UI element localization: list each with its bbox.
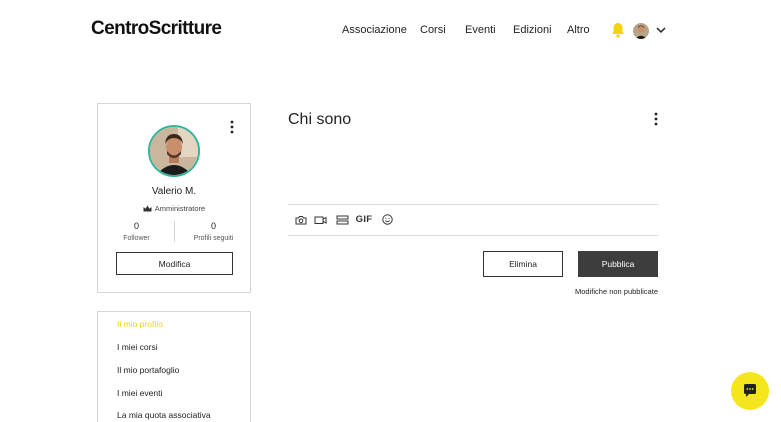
emoji-button[interactable] bbox=[381, 213, 394, 226]
chat-icon bbox=[744, 384, 756, 397]
camera-button[interactable] bbox=[294, 213, 307, 226]
edit-profile-button[interactable]: Modifica bbox=[116, 252, 233, 275]
profile-avatar[interactable] bbox=[148, 125, 200, 177]
followers-stat[interactable]: 0 Follower bbox=[98, 221, 175, 242]
user-avatar-small[interactable] bbox=[633, 23, 649, 39]
menu-item-membership[interactable]: La mia quota associativa bbox=[117, 410, 211, 420]
editor-bottom-divider bbox=[288, 235, 658, 236]
divider-icon bbox=[336, 215, 348, 224]
delete-button[interactable]: Elimina bbox=[483, 251, 563, 277]
video-button[interactable] bbox=[313, 213, 327, 226]
nav-item-altro[interactable]: Altro bbox=[567, 24, 590, 36]
about-title: Chi sono bbox=[288, 111, 352, 128]
emoji-icon bbox=[382, 214, 393, 225]
following-count: 0 bbox=[210, 221, 216, 231]
side-menu: Il mio profilo I miei corsi Il mio porta… bbox=[97, 311, 251, 422]
video-icon bbox=[314, 216, 326, 224]
menu-item-events[interactable]: I miei eventi bbox=[117, 388, 162, 398]
chevron-down-icon[interactable] bbox=[656, 26, 666, 34]
nav-item-edizioni[interactable]: Edizioni bbox=[513, 24, 552, 36]
following-label: Profili seguiti bbox=[193, 235, 234, 242]
nav-item-corsi[interactable]: Corsi bbox=[420, 24, 446, 36]
profile-name: Valerio M. bbox=[151, 186, 197, 197]
followers-count: 0 bbox=[133, 221, 139, 231]
editor-top-divider bbox=[288, 204, 658, 205]
menu-item-profile[interactable]: Il mio profilo bbox=[117, 319, 163, 329]
more-vertical-icon[interactable] bbox=[654, 112, 658, 126]
crown-icon bbox=[143, 205, 152, 212]
menu-item-courses[interactable]: I miei corsi bbox=[117, 342, 158, 352]
menu-item-wallet[interactable]: Il mio portafoglio bbox=[117, 365, 179, 375]
bell-icon[interactable] bbox=[611, 22, 625, 38]
chat-button[interactable] bbox=[731, 372, 769, 410]
profile-card: Valerio M. Amministratore 0 Follower 0 P… bbox=[97, 103, 251, 293]
role-label: Amministratore bbox=[154, 204, 206, 213]
nav-item-eventi[interactable]: Eventi bbox=[465, 24, 496, 36]
followers-label: Follower bbox=[123, 235, 150, 242]
publish-button[interactable]: Pubblica bbox=[578, 251, 658, 277]
divider-button[interactable] bbox=[335, 213, 349, 226]
more-vertical-icon[interactable] bbox=[230, 120, 234, 134]
gif-button[interactable]: GIF bbox=[356, 213, 372, 226]
nav-item-associazione[interactable]: Associazione bbox=[342, 24, 407, 36]
unpublished-status: Modifiche non pubblicate bbox=[575, 287, 658, 296]
role-badge: Amministratore bbox=[98, 204, 250, 213]
following-stat[interactable]: 0 Profili seguiti bbox=[175, 221, 252, 242]
camera-icon bbox=[295, 215, 306, 224]
